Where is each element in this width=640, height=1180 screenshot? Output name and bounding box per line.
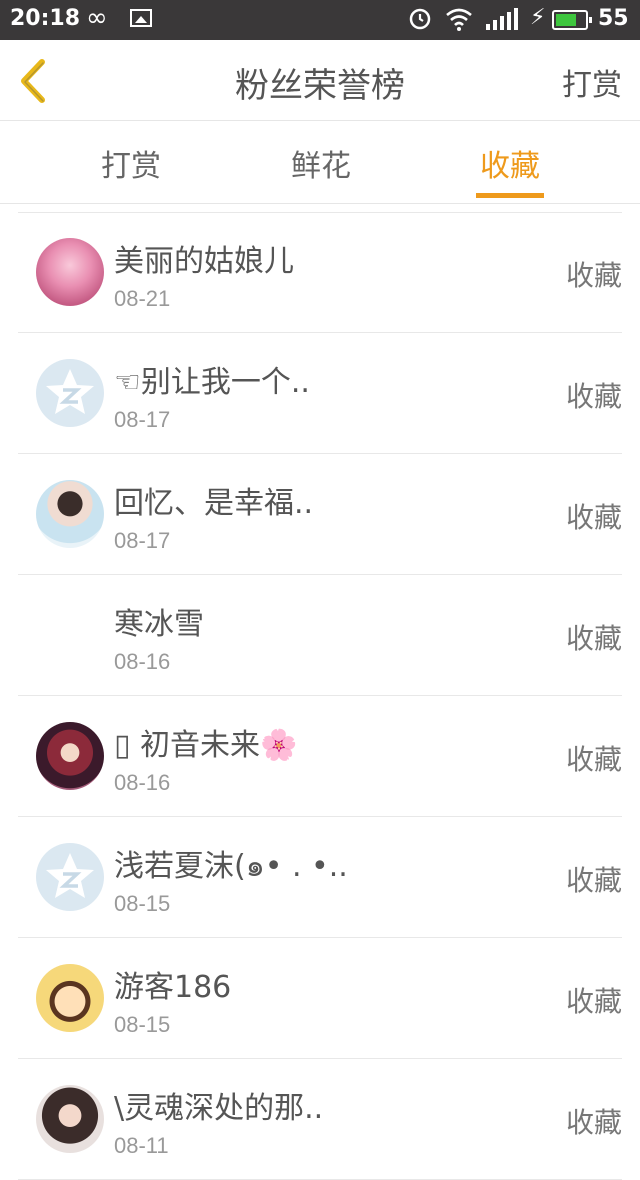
date-label: 08-16	[114, 770, 171, 795]
user-name: ▯ 初音未来🌸	[114, 728, 298, 763]
tab-favorites[interactable]: 收藏	[476, 141, 544, 185]
status-bar: 20:18 ∞ ⚡ 55	[0, 0, 640, 40]
tab-bar: 打赏 鲜花 收藏	[0, 121, 640, 204]
user-name: ☜别让我一个..	[114, 365, 310, 400]
date-label: 08-15	[114, 1012, 171, 1037]
date-label: 08-15	[114, 891, 171, 916]
user-name: 回忆、是幸福..	[114, 486, 314, 521]
action-label: 收藏	[565, 622, 622, 655]
action-label: 收藏	[565, 743, 622, 776]
date-label: 08-11	[114, 1133, 169, 1158]
date-label: 08-17	[114, 528, 171, 553]
list-item[interactable]: 美丽的姑娘儿 08-21 收藏	[18, 212, 622, 333]
list-item[interactable]: 寒冰雪 08-16 收藏	[18, 575, 622, 696]
fan-list: 美丽的姑娘儿 08-21 收藏 ☜别让我一个.. 08-17 收藏 回忆、是幸福…	[0, 212, 640, 1180]
default-star-avatar-icon	[46, 369, 94, 414]
avatar[interactable]	[36, 359, 104, 427]
battery-percent: 55	[598, 6, 629, 31]
infinity-icon: ∞	[86, 3, 108, 33]
signal-icon	[486, 8, 518, 30]
tab-active-indicator	[476, 193, 544, 198]
image-notification-icon	[130, 9, 152, 27]
alarm-icon	[409, 8, 431, 30]
action-label: 收藏	[565, 501, 622, 534]
list-item[interactable]: \灵魂深处的那.. 08-11 收藏	[18, 1059, 622, 1180]
action-label: 收藏	[565, 985, 622, 1018]
avatar[interactable]	[36, 480, 104, 548]
action-label: 收藏	[565, 380, 622, 413]
date-label: 08-16	[114, 649, 171, 674]
tab-flowers[interactable]: 鲜花	[288, 141, 354, 185]
avatar[interactable]	[36, 843, 104, 911]
user-name: \灵魂深处的那..	[114, 1091, 324, 1126]
title-bar: 粉丝荣誉榜 打赏	[0, 40, 640, 121]
avatar[interactable]	[36, 722, 104, 790]
date-label: 08-21	[114, 286, 171, 311]
battery-icon	[552, 10, 592, 30]
list-item[interactable]: 浅若夏沫(๑• . •.. 08-15 收藏	[18, 817, 622, 938]
default-star-avatar-icon	[46, 853, 94, 898]
avatar[interactable]	[36, 964, 104, 1032]
user-name: 美丽的姑娘儿	[114, 244, 294, 279]
list-item[interactable]: ▯ 初音未来🌸 08-16 收藏	[18, 696, 622, 817]
list-item[interactable]: ☜别让我一个.. 08-17 收藏	[18, 333, 622, 454]
action-label: 收藏	[565, 1106, 622, 1139]
tab-reward[interactable]: 打赏	[98, 141, 164, 185]
user-name: 寒冰雪	[114, 607, 204, 642]
page-title: 粉丝荣誉榜	[235, 66, 405, 106]
status-time: 20:18	[10, 6, 81, 31]
list-item[interactable]: 回忆、是幸福.. 08-17 收藏	[18, 454, 622, 575]
wifi-icon	[446, 8, 472, 31]
avatar[interactable]	[36, 238, 104, 306]
charging-icon: ⚡	[530, 5, 546, 30]
action-label: 收藏	[565, 864, 622, 897]
list-item[interactable]: 游客186 08-15 收藏	[18, 938, 622, 1059]
user-name: 浅若夏沫(๑• . •..	[114, 849, 348, 884]
action-label: 收藏	[565, 259, 622, 292]
user-name: 游客186	[114, 970, 232, 1005]
avatar[interactable]	[36, 1085, 104, 1153]
date-label: 08-17	[114, 407, 171, 432]
reward-button[interactable]: 打赏	[562, 60, 622, 104]
